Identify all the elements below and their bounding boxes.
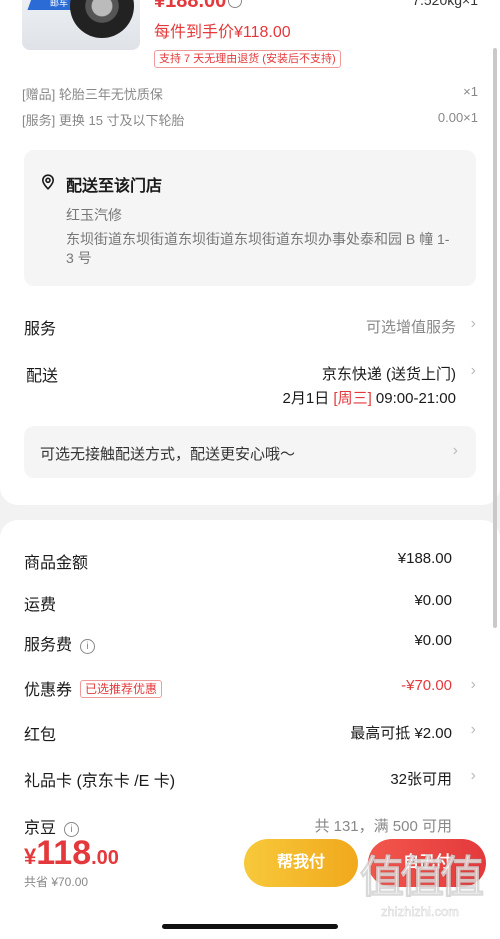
return-policy-tag: 支持 7 天无理由退货 (安装后不支持) xyxy=(154,50,341,68)
gift-row: [赠品] 轮胎三年无忧质保 ×1 xyxy=(22,84,478,103)
delivery-slot: 09:00-21:00 xyxy=(375,390,456,407)
store-address: 东坝街道东坝街道东坝街道东坝街道东坝办事处泰和园 B 幢 1-3 号 xyxy=(66,231,450,266)
watermark-logo: 值值值 xyxy=(360,853,485,903)
gift-qty: ×1 xyxy=(463,84,478,99)
delivery-weekday: [周三] xyxy=(333,390,372,407)
gift-card-value[interactable]: 32张可用 xyxy=(390,768,452,789)
chevron-right-icon[interactable]: › xyxy=(471,362,476,380)
home-indicator[interactable] xyxy=(162,924,338,929)
contactless-text: 可选无接触配送方式，配送更安心哦～ xyxy=(40,446,296,463)
gift-tag: [赠品] xyxy=(22,87,56,102)
delivery-label: 配送 xyxy=(26,368,59,385)
total-price: ¥118.00 xyxy=(24,834,119,873)
contactless-delivery-option[interactable]: 可选无接触配送方式，配送更安心哦～ › xyxy=(24,426,476,478)
service-item-row: [服务] 更换 15 寸及以下轮胎 0.00×1 xyxy=(22,110,478,129)
store-name: 红玉汽修 xyxy=(66,207,122,223)
shipping-label: 运费 xyxy=(24,597,57,614)
product-weight: 7.520kg×1 xyxy=(412,0,478,8)
delivery-time[interactable]: 2月1日 [周三] 09:00-21:00 xyxy=(283,387,456,408)
currency-symbol: ¥ xyxy=(24,844,37,869)
saved-amount: 共省 ¥70.00 xyxy=(24,875,89,889)
service-qty: 0.00×1 xyxy=(437,110,478,125)
service-fee-label: 服务费 xyxy=(24,637,73,654)
product-price: ¥188.00 xyxy=(154,0,227,12)
total-decimal: .00 xyxy=(91,847,119,869)
product-thumbnail[interactable]: 邮车 xyxy=(22,0,140,50)
jingdou-value: 共 131，满 500 可用 xyxy=(314,818,452,835)
service-fee-row: 服务费 i xyxy=(24,631,96,655)
gift-text: 轮胎三年无忧质保 xyxy=(58,87,163,102)
coupon-value[interactable]: -¥70.00 xyxy=(401,677,452,694)
watermark: 值值值 zhizhizhi.com xyxy=(350,852,490,920)
service-tag: [服务] xyxy=(22,113,56,128)
info-icon[interactable] xyxy=(228,0,242,8)
chevron-right-icon[interactable]: › xyxy=(471,315,476,333)
tire-image xyxy=(70,0,134,38)
order-card: 邮车 ¥188.00 7.520kg×1 每件到手价¥118.00 支持 7 天… xyxy=(0,0,500,505)
scrollbar[interactable] xyxy=(493,48,497,628)
chevron-right-icon[interactable]: › xyxy=(471,721,476,739)
gift-card-label: 礼品卡 (京东卡 /E 卡) xyxy=(24,773,176,790)
red-packet-value[interactable]: 最高可抵 ¥2.00 xyxy=(350,722,452,743)
chevron-right-icon: › xyxy=(452,442,458,459)
service-text: 更换 15 寸及以下轮胎 xyxy=(58,113,185,128)
unit-price: 每件到手价¥118.00 xyxy=(154,24,291,41)
coupon-row[interactable]: 优惠券 已选推荐优惠 xyxy=(24,676,163,700)
info-icon[interactable]: i xyxy=(80,639,96,654)
red-packet-label: 红包 xyxy=(24,727,57,744)
goods-amount-label: 商品金额 xyxy=(24,555,89,572)
delivery-method[interactable]: 京东快递 (送货上门) xyxy=(322,363,456,384)
goods-amount-value: ¥188.00 xyxy=(397,550,452,567)
service-fee-value: ¥0.00 xyxy=(414,632,452,649)
watermark-url: zhizhizhi.com xyxy=(380,904,460,920)
chevron-right-icon[interactable]: › xyxy=(471,767,476,785)
total-integer: 118 xyxy=(36,834,92,872)
coupon-label: 优惠券 xyxy=(24,682,73,699)
store-title: 配送至该门店 xyxy=(66,178,163,195)
coupon-tag: 已选推荐优惠 xyxy=(80,680,163,698)
service-label: 服务 xyxy=(24,321,57,338)
shipping-value: ¥0.00 xyxy=(414,592,452,609)
chevron-right-icon[interactable]: › xyxy=(471,676,476,694)
delivery-date: 2月1日 xyxy=(282,390,330,407)
store-delivery-box[interactable]: 配送至该门店 红玉汽修 东坝街道东坝街道东坝街道东坝街道东坝办事处泰和园 B 幢… xyxy=(24,150,476,286)
help-me-pay-button[interactable]: 帮我付 xyxy=(244,839,358,887)
service-value[interactable]: 可选增值服务 xyxy=(366,316,456,337)
location-pin-icon xyxy=(41,174,55,190)
